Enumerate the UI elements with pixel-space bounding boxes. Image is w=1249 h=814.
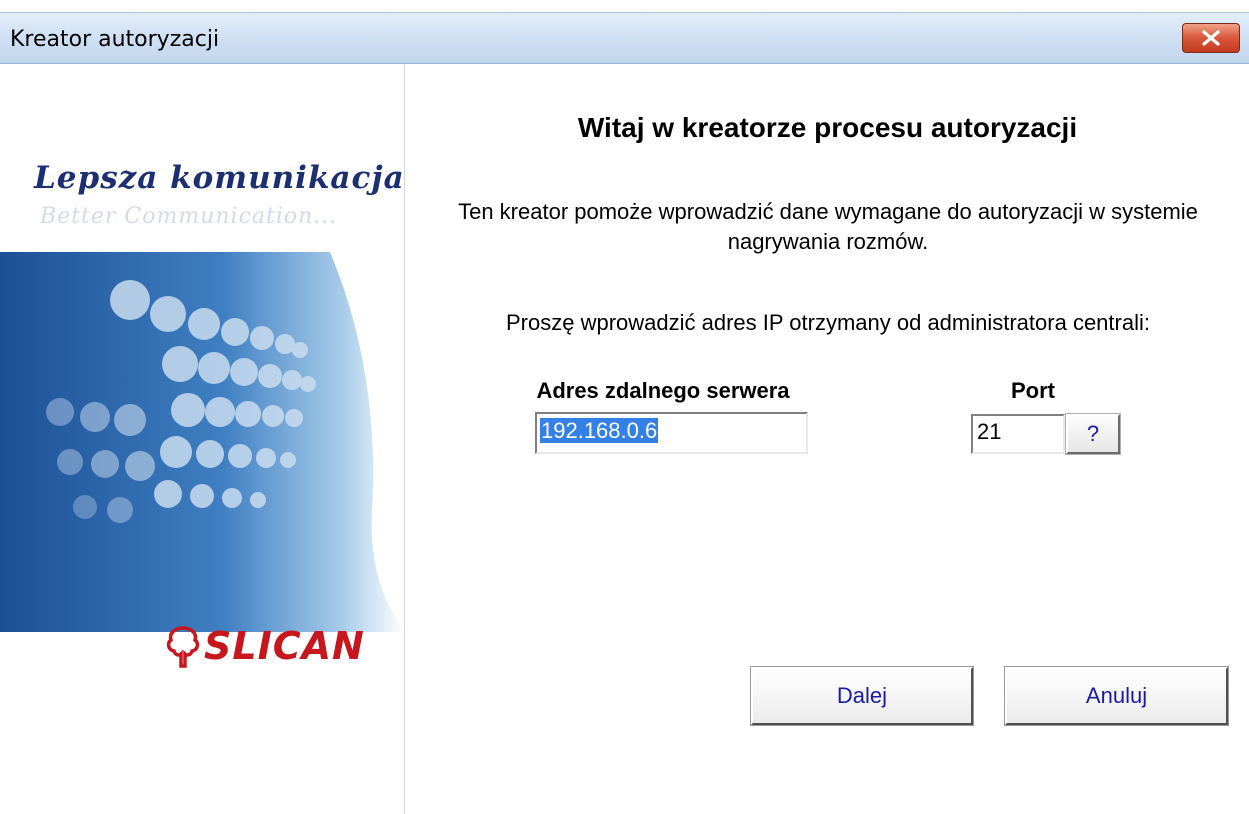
tree-logo-icon — [166, 626, 200, 668]
address-label: Adres zdalnego serwera — [536, 378, 790, 403]
port-value: 21 — [977, 419, 1002, 444]
slogan-subtitle: Better Communication... — [40, 204, 338, 229]
port-help-button[interactable]: ? — [1065, 413, 1121, 455]
logo-text: SLICAN — [204, 624, 365, 668]
slican-logo: SLICAN — [166, 624, 365, 668]
wizard-banner: Lepsza komunikacja... Better Communicati… — [0, 64, 405, 814]
server-address-input[interactable]: 192.168.0.6 — [535, 412, 808, 454]
window-title: Kreator autoryzacji — [10, 27, 220, 52]
title-bar[interactable]: Kreator autoryzacji — [0, 12, 1249, 64]
port-input[interactable]: 21 — [971, 414, 1065, 454]
cancel-button-label: Anuluj — [1085, 683, 1148, 708]
next-button-label: Dalej — [836, 683, 888, 708]
port-label: Port — [1011, 378, 1055, 403]
page-title: Witaj w kreatorze procesu autoryzacji — [577, 112, 1078, 143]
next-button[interactable]: Dalej — [750, 666, 974, 726]
close-button[interactable] — [1182, 23, 1240, 53]
help-icon: ? — [1086, 421, 1100, 446]
ip-prompt: Proszę wprowadzić adres IP otrzymany od … — [506, 310, 1150, 335]
wizard-window: Kreator autoryzacji Lepsza komunikacja..… — [0, 0, 1249, 814]
slogan: Lepsza komunikacja... — [34, 160, 405, 196]
server-address-value: 192.168.0.6 — [540, 418, 659, 443]
banner-graphic — [0, 252, 404, 632]
cancel-button[interactable]: Anuluj — [1004, 666, 1229, 726]
intro-text: Ten kreator pomoże wprowadzić dane wymag… — [458, 199, 1198, 254]
close-icon — [1202, 30, 1220, 46]
